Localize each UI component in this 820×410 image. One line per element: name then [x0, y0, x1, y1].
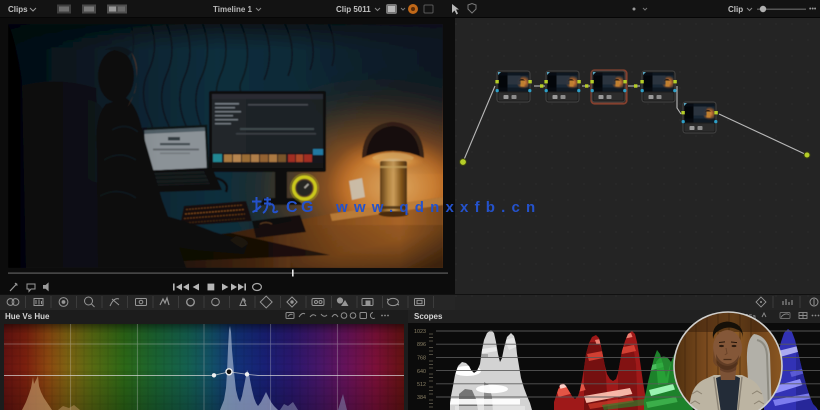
svg-text:768: 768 — [417, 356, 426, 362]
svg-text:640: 640 — [417, 369, 426, 375]
svg-text:512: 512 — [417, 382, 426, 388]
svg-text:896: 896 — [417, 342, 426, 348]
svg-text:Clip: Clip — [728, 5, 743, 14]
svg-text:1023: 1023 — [414, 329, 426, 335]
svg-text:Clip 5011: Clip 5011 — [336, 5, 371, 14]
svg-text:Hue Vs Hue: Hue Vs Hue — [5, 312, 50, 321]
svg-text:•••: ••• — [809, 6, 817, 13]
svg-text:www.qdnxxfb.cn: www.qdnxxfb.cn — [335, 199, 541, 216]
svg-text:384: 384 — [417, 395, 426, 401]
svg-text:Clips: Clips — [8, 5, 28, 14]
svg-text:Timeline 1: Timeline 1 — [213, 5, 253, 14]
svg-text:Scopes: Scopes — [414, 312, 443, 321]
svg-text:CG: CG — [286, 199, 317, 216]
